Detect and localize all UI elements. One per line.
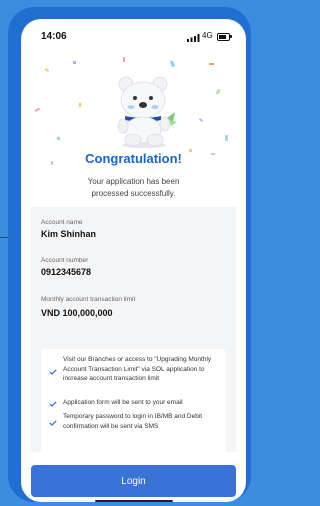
note-item: Temporary password to login in IB/MB and… <box>63 413 203 430</box>
battery-tip <box>230 35 232 38</box>
note-item: Application form will be sent to your em… <box>63 399 183 406</box>
account-number-label: Account number <box>41 257 89 264</box>
check-icon <box>49 369 57 375</box>
signal-icon <box>187 34 200 42</box>
transaction-limit-value: VND 100,000,000 <box>41 308 113 318</box>
success-message: Your application has been processed succ… <box>87 177 180 198</box>
login-button[interactable]: Login <box>31 465 236 497</box>
status-time: 14:06 <box>41 31 67 42</box>
note-item: Visit our Branches or access to "Upgradi… <box>63 356 212 382</box>
account-name-label: Account name <box>41 219 83 226</box>
account-name-value: Kim Shinhan <box>41 229 97 239</box>
mascot-illustration <box>117 76 177 148</box>
phone-screen: 14:06 4G Congratulation! Your applicatio… <box>21 19 246 502</box>
phone-frame: 14:06 4G Congratulation! Your applicatio… <box>8 7 251 502</box>
account-number-value: 0912345678 <box>41 267 92 277</box>
network-label: 4G <box>202 31 213 40</box>
home-indicator <box>95 500 173 502</box>
success-title: Congratulation! <box>85 151 182 166</box>
status-bar: 14:06 4G <box>21 19 246 51</box>
transaction-limit-label: Monthly account transaction limit <box>41 296 136 303</box>
check-icon <box>49 401 57 407</box>
check-icon <box>49 420 57 426</box>
battery-icon <box>217 33 230 41</box>
notes-box: Visit our Branches or access to "Upgradi… <box>41 349 226 457</box>
